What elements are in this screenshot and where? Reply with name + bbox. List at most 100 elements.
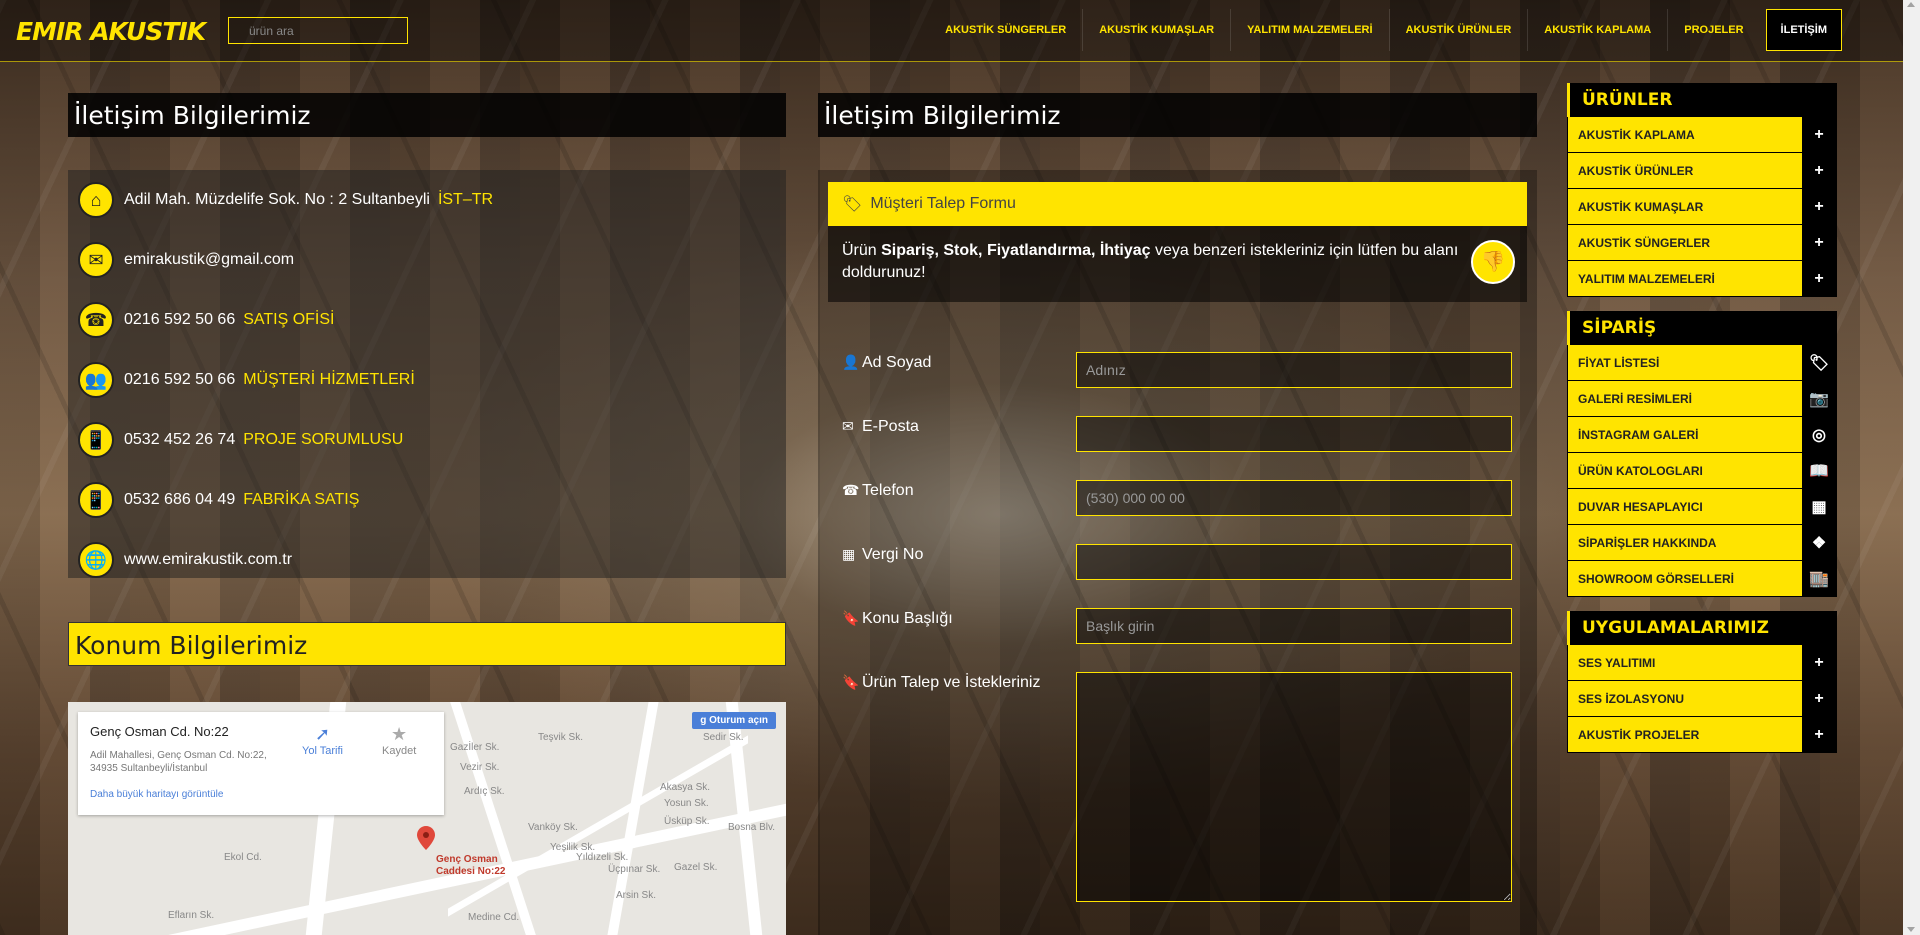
phone-input[interactable] bbox=[1076, 480, 1512, 516]
map-larger-link[interactable]: Daha büyük haritayı görüntüle bbox=[90, 789, 432, 800]
users-icon: 👥 bbox=[78, 362, 114, 398]
nav-akustik-kumaslar[interactable]: AKUSTİK KUMAŞLAR bbox=[1083, 9, 1232, 51]
map-pin-label: Genç Osman Caddesi No:22 bbox=[436, 854, 506, 877]
sidebar-item[interactable]: SES YALITIMI + bbox=[1567, 645, 1837, 681]
plus-icon[interactable]: + bbox=[1802, 189, 1836, 224]
sidebar-item-label: YALITIM MALZEMELERİ bbox=[1578, 271, 1715, 286]
tax-input[interactable] bbox=[1076, 544, 1512, 580]
plus-icon[interactable]: + bbox=[1802, 225, 1836, 260]
map-save-button[interactable]: ★ Kaydet bbox=[382, 724, 416, 757]
main-nav: AKUSTİK SÜNGERLER AKUSTİK KUMAŞLAR YALIT… bbox=[929, 9, 1842, 51]
map-street-label: Teşvik Sk. bbox=[538, 732, 584, 743]
sidebar-section-title: UYGULAMALARIMIZ bbox=[1567, 611, 1837, 645]
mail-icon: ✉ bbox=[78, 242, 114, 278]
contact-row: ⌂ Adil Mah. Müzdelife Sok. No : 2 Sultanb… bbox=[68, 170, 786, 230]
tag-icon: 🏷 bbox=[842, 196, 863, 213]
plus-icon[interactable]: + bbox=[1802, 681, 1836, 716]
map-pin-icon[interactable] bbox=[417, 826, 435, 850]
name-label: 👤 Ad Soyad bbox=[842, 354, 932, 371]
tags-icon[interactable]: 🏷 bbox=[1802, 345, 1836, 380]
form-row-subject: 🔖 Konu Başlığı bbox=[842, 608, 1522, 648]
plus-icon[interactable]: + bbox=[1802, 261, 1836, 296]
email-input[interactable] bbox=[1076, 416, 1512, 452]
sidebar-item-label: ÜRÜN KATOLOGLARI bbox=[1578, 463, 1703, 478]
book-icon[interactable]: 📖 bbox=[1802, 453, 1836, 488]
map-signin-button[interactable]: g Oturum açın bbox=[692, 712, 776, 729]
form-header-title: Müşteri Talep Formu bbox=[870, 195, 1016, 212]
map-street-label: Ekol Cd. bbox=[224, 852, 262, 863]
sidebar-item-label: İNSTAGRAM GALERİ bbox=[1578, 427, 1699, 442]
map-street-label: Üsküp Sk. bbox=[664, 816, 710, 827]
store-icon[interactable]: 🏬 bbox=[1802, 561, 1836, 596]
sidebar-item[interactable]: AKUSTİK ÜRÜNLER + bbox=[1567, 153, 1837, 189]
map-place-card: Genç Osman Cd. No:22 Adil Mahallesi, Gen… bbox=[78, 712, 444, 815]
contact-text[interactable]: emirakustik@gmail.com bbox=[124, 251, 294, 269]
scroll-down-arrow[interactable] bbox=[1907, 927, 1915, 932]
sidebar-item-label: AKUSTİK KUMAŞLAR bbox=[1578, 199, 1704, 214]
sidebar-item[interactable]: SİPARİŞLER HAKKINDA ❖ bbox=[1567, 525, 1837, 561]
sidebar-item-label: SHOWROOM GÖRSELLERİ bbox=[1578, 571, 1734, 586]
sidebar-item-label: DUVAR HESAPLAYICI bbox=[1578, 499, 1703, 514]
subject-input[interactable] bbox=[1076, 608, 1512, 644]
plus-icon[interactable]: + bbox=[1802, 717, 1836, 752]
sidebar-item[interactable]: ÜRÜN KATOLOGLARI 📖 bbox=[1567, 453, 1837, 489]
google-icon: g bbox=[700, 715, 710, 726]
sidebar-item-label: SİPARİŞLER HAKKINDA bbox=[1578, 535, 1717, 550]
nav-projeler[interactable]: PROJELER bbox=[1668, 9, 1759, 51]
home-icon: ⌂ bbox=[78, 182, 114, 218]
camera-icon[interactable]: 📷 bbox=[1802, 381, 1836, 416]
map-street-label: Ardıç Sk. bbox=[464, 786, 505, 797]
phone-icon: ☎ bbox=[78, 302, 114, 338]
site-header: EMIR AKUSTIK AKUSTİK SÜNGERLER AKUSTİK K… bbox=[0, 0, 1920, 62]
nav-akustik-sungerler[interactable]: AKUSTİK SÜNGERLER bbox=[929, 9, 1084, 51]
form-row-email: ✉ E-Posta bbox=[842, 416, 1522, 456]
nav-akustik-urunler[interactable]: AKUSTİK ÜRÜNLER bbox=[1390, 9, 1529, 51]
sidebar-item[interactable]: AKUSTİK KAPLAMA + bbox=[1567, 117, 1837, 153]
map-street-label: Bosna Blv. bbox=[728, 822, 776, 833]
message-textarea[interactable] bbox=[1076, 672, 1512, 902]
map-street-label: Yosun Sk. bbox=[664, 798, 709, 809]
plus-icon[interactable]: + bbox=[1802, 645, 1836, 680]
contact-text: 0532 452 26 74 bbox=[124, 431, 236, 448]
star-icon: ★ bbox=[391, 724, 408, 744]
nav-iletisim[interactable]: İLETİŞİM bbox=[1765, 9, 1842, 51]
sidebar: ÜRÜNLER AKUSTİK KAPLAMA + AKUSTİK ÜRÜNLER + A… bbox=[1567, 83, 1837, 753]
instagram-icon[interactable]: ◎ bbox=[1802, 417, 1836, 452]
contact-row: 📱 0532 686 04 49 FABRİKA SATIŞ bbox=[68, 470, 786, 530]
site-logo[interactable]: EMIR AKUSTIK bbox=[16, 14, 206, 48]
location-map[interactable]: Gazİler Sk. Vezir Sk. Teşvik Sk. Ardıç S… bbox=[68, 702, 786, 935]
sidebar-item[interactable]: AKUSTİK SÜNGERLER + bbox=[1567, 225, 1837, 261]
sidebar-item[interactable]: YALITIM MALZEMELERİ + bbox=[1567, 261, 1837, 297]
dropbox-icon[interactable]: ❖ bbox=[1802, 525, 1836, 560]
nav-yalitim-malzemeleri[interactable]: YALITIM MALZEMELERİ bbox=[1231, 9, 1390, 51]
sidebar-item[interactable]: DUVAR HESAPLAYICI ▦ bbox=[1567, 489, 1837, 525]
map-street-label: Medine Cd. bbox=[468, 912, 520, 923]
search-input[interactable] bbox=[228, 17, 408, 44]
calculator-icon[interactable]: ▦ bbox=[1802, 489, 1836, 524]
form-row-tax: ▦ Vergi No bbox=[842, 544, 1522, 584]
sidebar-item[interactable]: GALERİ RESİMLERİ 📷 bbox=[1567, 381, 1837, 417]
map-directions-button[interactable]: ➚ Yol Tarifi bbox=[302, 724, 343, 757]
plus-icon[interactable]: + bbox=[1802, 117, 1836, 152]
name-input[interactable] bbox=[1076, 352, 1512, 388]
map-street-label: Sedir Sk. bbox=[703, 732, 744, 743]
sidebar-item[interactable]: AKUSTİK KUMAŞLAR + bbox=[1567, 189, 1837, 225]
contact-row: 🌐 www.emirakustik.com.tr bbox=[68, 530, 786, 590]
mobile-icon: 📱 bbox=[78, 422, 114, 458]
contact-row: ✉ emirakustik@gmail.com bbox=[68, 230, 786, 290]
sidebar-item[interactable]: İNSTAGRAM GALERİ ◎ bbox=[1567, 417, 1837, 453]
table-icon: ▦ bbox=[842, 546, 856, 562]
sidebar-item[interactable]: AKUSTİK PROJELER + bbox=[1567, 717, 1837, 753]
request-form-panel: 🏷 Müşteri Talep Formu Ürün Sipariş, Stok… bbox=[818, 170, 1537, 935]
plus-icon[interactable]: + bbox=[1802, 153, 1836, 188]
sidebar-item-label: SES YALITIMI bbox=[1578, 655, 1656, 670]
contact-text[interactable]: www.emirakustik.com.tr bbox=[124, 551, 292, 569]
scroll-up-arrow[interactable] bbox=[1907, 2, 1915, 7]
nav-akustik-kaplama[interactable]: AKUSTİK KAPLAMA bbox=[1528, 9, 1669, 51]
contact-text: 0216 592 50 66 bbox=[124, 371, 236, 388]
sidebar-item[interactable]: SHOWROOM GÖRSELLERİ 🏬 bbox=[1567, 561, 1837, 597]
sidebar-item[interactable]: FİYAT LİSTESİ 🏷 bbox=[1567, 345, 1837, 381]
page-scrollbar[interactable] bbox=[1903, 0, 1920, 935]
sidebar-item[interactable]: SES İZOLASYONU + bbox=[1567, 681, 1837, 717]
form-section-title: İletişim Bilgilerimiz bbox=[818, 93, 1537, 137]
